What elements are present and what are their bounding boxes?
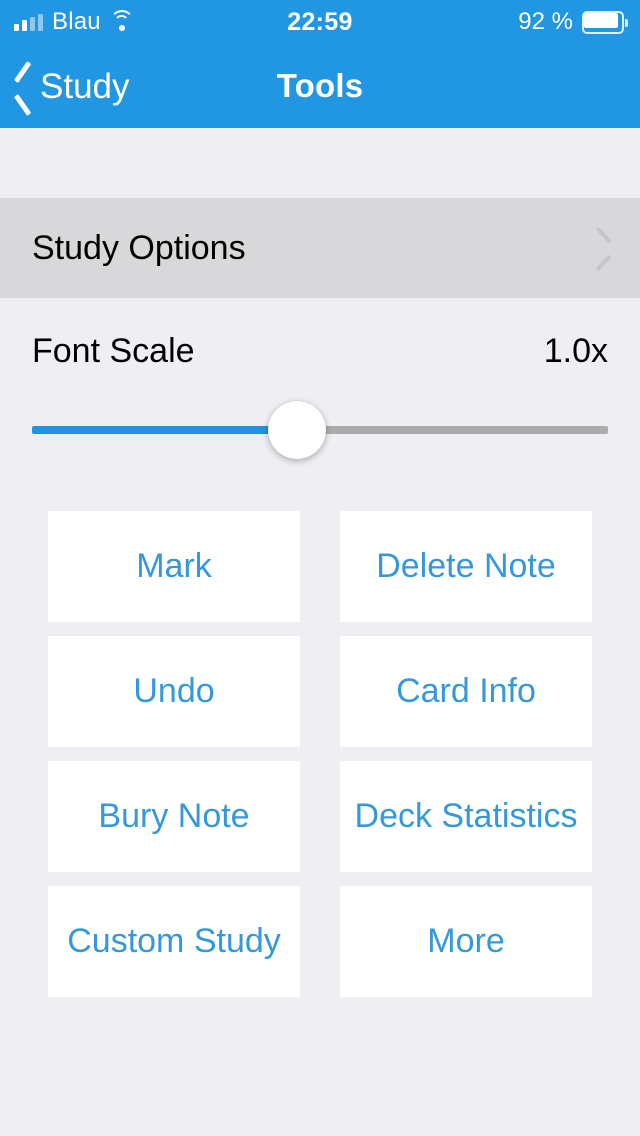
tool-button-undo[interactable]: Undo (48, 636, 300, 747)
font-scale-label: Font Scale (32, 331, 195, 370)
tools-grid: Mark Delete Note Undo Card Info Bury Not… (48, 511, 592, 997)
slider-track-filled (32, 426, 297, 434)
navigation-bar: Study Tools (0, 44, 640, 128)
study-options-row[interactable]: Study Options (0, 198, 640, 298)
battery-percent-label: 92 % (518, 8, 573, 35)
tool-button-mark[interactable]: Mark (48, 511, 300, 622)
font-scale-value: 1.0x (543, 331, 608, 370)
tool-button-bury-note[interactable]: Bury Note (48, 761, 300, 872)
status-bar-right: 92 % (518, 0, 628, 44)
study-options-label: Study Options (32, 228, 246, 267)
slider-track-remaining (297, 426, 608, 434)
tool-button-card-info[interactable]: Card Info (340, 636, 592, 747)
status-bar: Blau 22:59 92 % (0, 0, 640, 44)
font-scale-row: Font Scale 1.0x (32, 325, 608, 377)
tool-button-delete-note[interactable]: Delete Note (340, 511, 592, 622)
tool-button-custom-study[interactable]: Custom Study (48, 886, 300, 997)
battery-icon (582, 10, 628, 34)
chevron-right-icon (598, 233, 614, 263)
tool-button-deck-statistics[interactable]: Deck Statistics (340, 761, 592, 872)
font-scale-slider[interactable] (32, 401, 608, 459)
page-title: Tools (276, 67, 364, 104)
slider-thumb[interactable] (268, 401, 326, 459)
app-screen: Blau 22:59 92 % Study Tools Study Option… (0, 0, 640, 1136)
tool-button-more[interactable]: More (340, 886, 592, 997)
